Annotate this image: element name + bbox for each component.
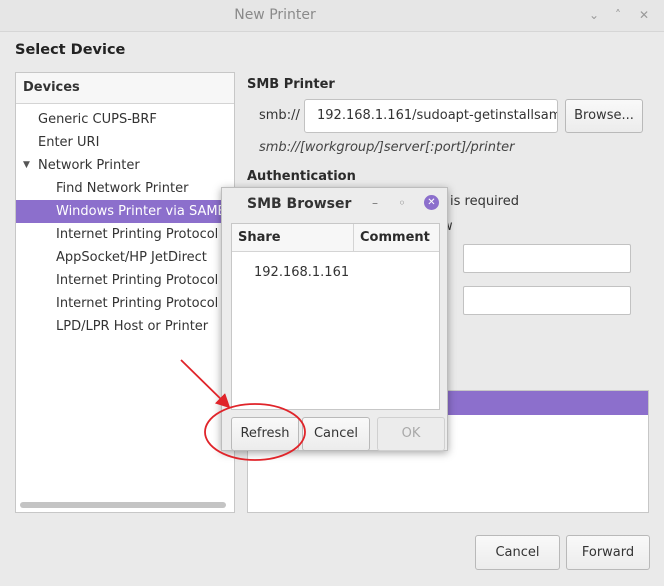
annotation-ellipse — [204, 403, 306, 461]
annotation-overlay — [180, 359, 306, 461]
annotation-arrow — [180, 359, 231, 409]
